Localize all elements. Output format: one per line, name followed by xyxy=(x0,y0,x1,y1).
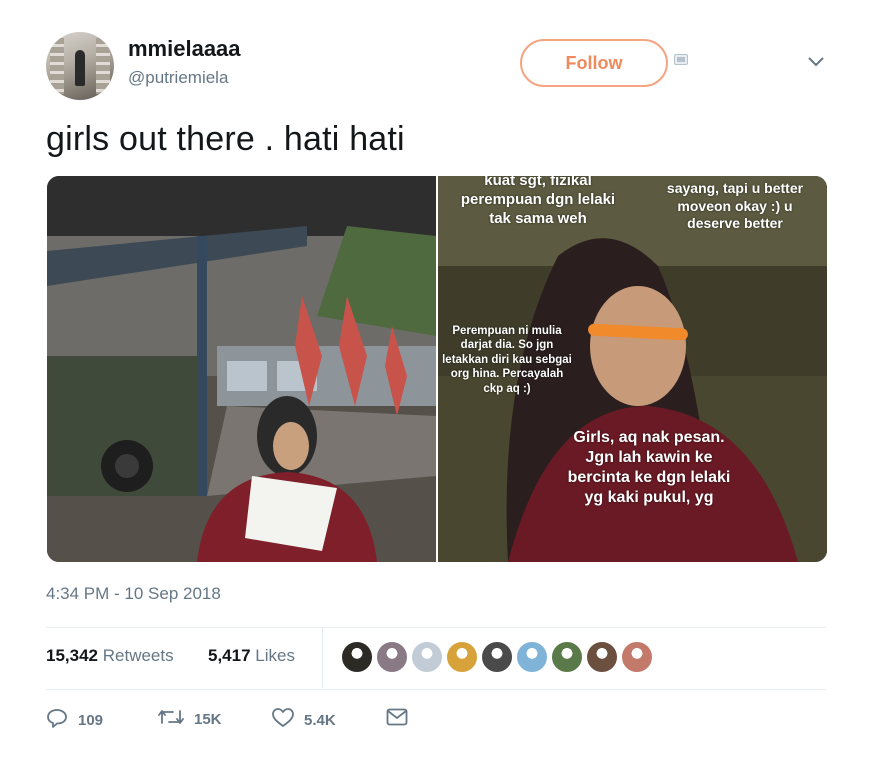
tweet-timestamp[interactable]: 4:34 PM - 10 Sep 2018 xyxy=(46,584,221,604)
envelope-icon xyxy=(386,708,408,731)
tweet-actions: 109 15K 5.4K xyxy=(46,700,446,740)
avatar-photo-detail xyxy=(96,38,110,94)
retweet-count: 15K xyxy=(194,711,222,728)
follow-button[interactable]: Follow xyxy=(520,39,668,87)
tweet-stats: 15,342 Retweets 5,417 Likes xyxy=(46,628,826,688)
chevron-down-icon[interactable] xyxy=(804,50,828,74)
direct-message-button[interactable] xyxy=(386,708,408,731)
retweets-stat[interactable]: 15,342 Retweets xyxy=(46,646,174,666)
like-count: 5.4K xyxy=(304,712,336,729)
likes-stat[interactable]: 5,417 Likes xyxy=(208,646,295,666)
avatar-photo-figure xyxy=(75,50,85,86)
story-caption: kuat sgt, fizikal perempuan dgn lelaki t… xyxy=(460,176,616,227)
liker-avatar[interactable] xyxy=(620,640,654,674)
likes-label: Likes xyxy=(255,646,295,665)
like-button[interactable]: 5.4K xyxy=(272,708,336,733)
divider xyxy=(46,689,826,690)
display-name[interactable]: mmielaaaa xyxy=(128,36,241,62)
media-image-left[interactable] xyxy=(47,176,436,562)
retweets-label: Retweets xyxy=(102,646,174,665)
likes-count: 5,417 xyxy=(208,646,251,665)
retweet-icon xyxy=(158,708,184,731)
tweet-media[interactable]: kuat sgt, fizikal perempuan dgn lelaki t… xyxy=(47,176,827,562)
liker-avatar[interactable] xyxy=(515,640,549,674)
media-image-right[interactable]: kuat sgt, fizikal perempuan dgn lelaki t… xyxy=(438,176,827,562)
user-handle[interactable]: @putriemiela xyxy=(128,68,228,88)
story-caption: Perempuan ni mulia darjat dia. So jgn le… xyxy=(442,325,572,395)
liker-avatar[interactable] xyxy=(550,640,584,674)
story-caption: sayang, tapi u better moveon okay :) u d… xyxy=(666,180,804,231)
story-caption: Girls, aq nak pesan. Jgn lah kawin ke be… xyxy=(567,429,731,506)
tweet-header: mmielaaaa @putriemiela Follow xyxy=(46,32,836,102)
follow-notification-icon xyxy=(674,54,688,65)
liker-avatar[interactable] xyxy=(585,640,619,674)
liker-avatar[interactable] xyxy=(375,640,409,674)
stats-divider xyxy=(322,628,323,688)
photo-scene xyxy=(47,176,436,562)
reply-count: 109 xyxy=(78,712,104,729)
retweets-count: 15,342 xyxy=(46,646,98,665)
liker-avatars xyxy=(340,640,655,674)
avatar-photo-detail xyxy=(50,38,64,94)
reply-icon xyxy=(46,708,68,733)
liker-avatar[interactable] xyxy=(445,640,479,674)
heart-icon xyxy=(272,708,294,733)
retweet-button[interactable]: 15K xyxy=(158,708,222,731)
reply-button[interactable]: 109 xyxy=(46,708,103,733)
liker-avatar[interactable] xyxy=(480,640,514,674)
tweet-text: girls out there . hati hati xyxy=(46,120,405,158)
liker-avatar[interactable] xyxy=(340,640,374,674)
liker-avatar[interactable] xyxy=(410,640,444,674)
avatar[interactable] xyxy=(46,32,114,100)
